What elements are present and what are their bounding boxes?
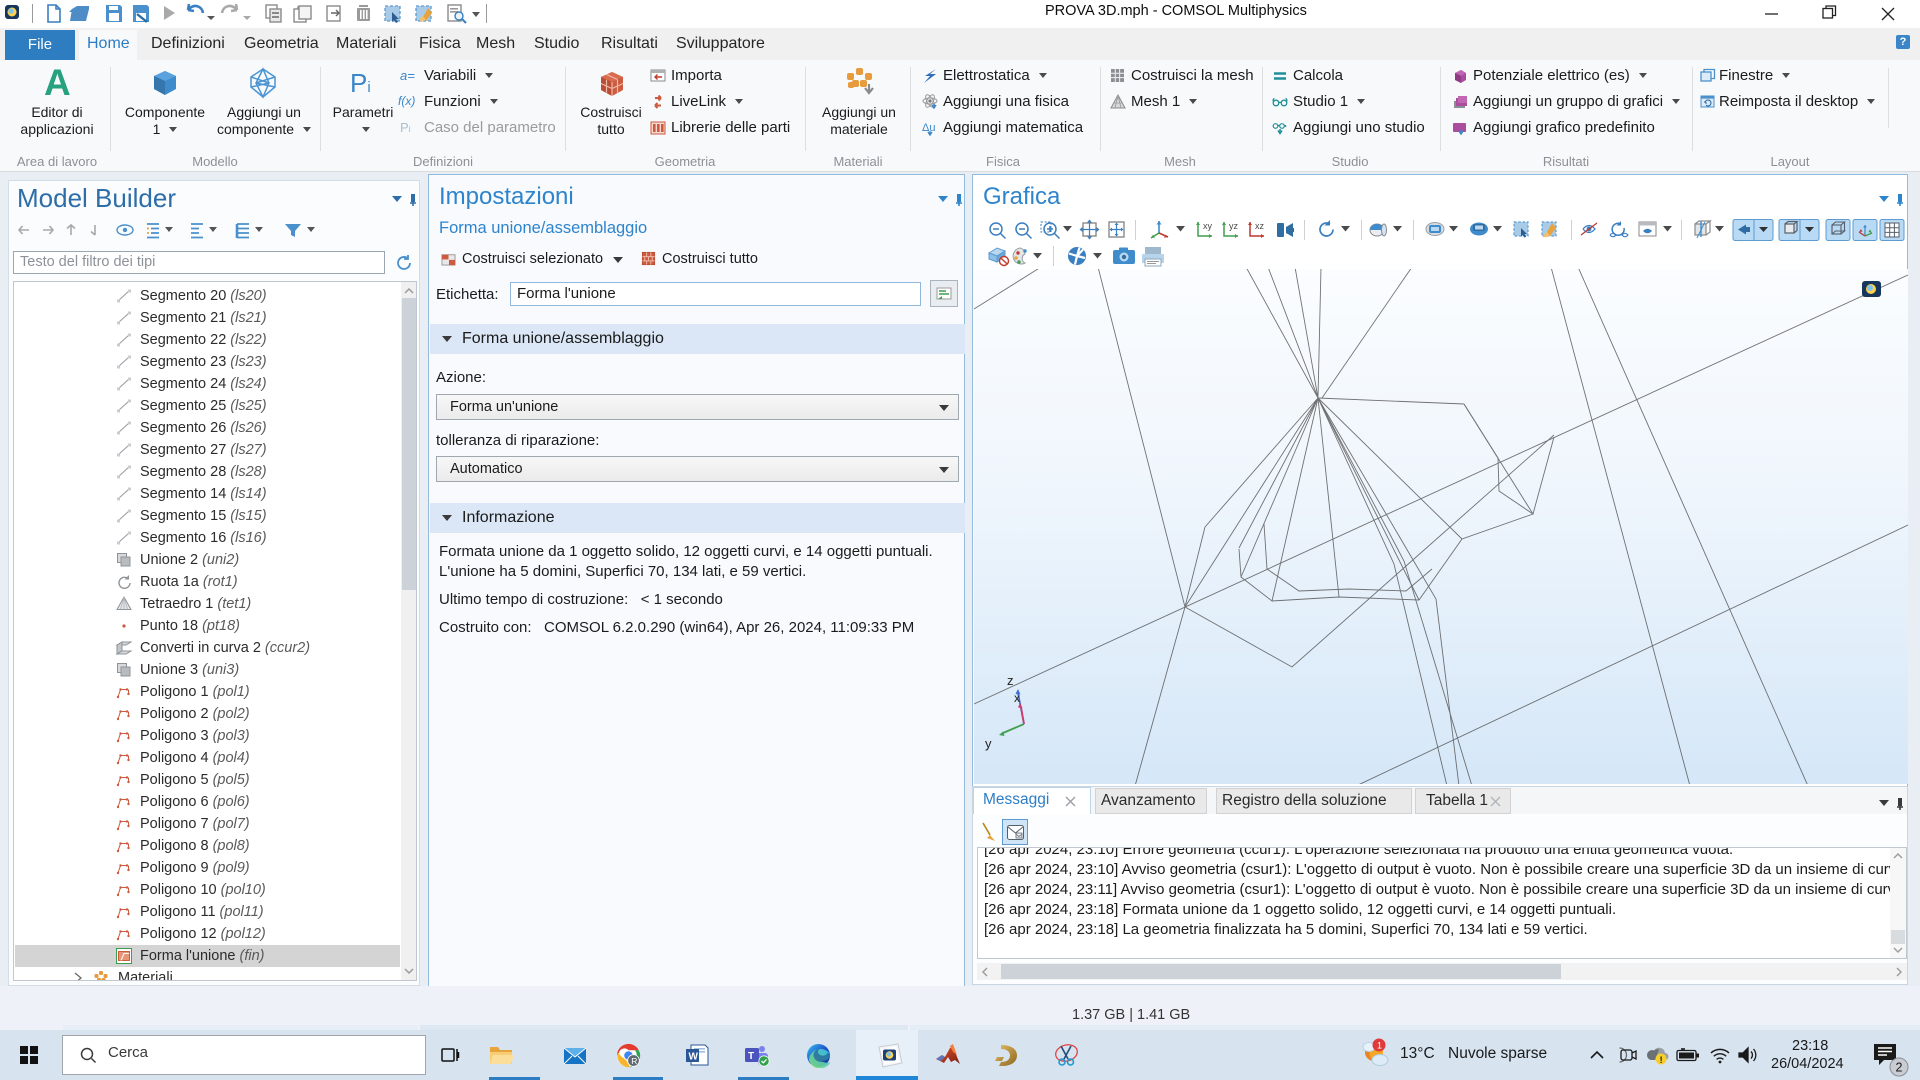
svg-text:T: T bbox=[748, 1051, 754, 1062]
svg-text:xy: xy bbox=[1203, 221, 1213, 231]
svg-text:1: 1 bbox=[1377, 1041, 1382, 1051]
svg-text:xz: xz bbox=[1255, 221, 1265, 231]
svg-text:R: R bbox=[631, 1056, 637, 1066]
svg-text:y: y bbox=[985, 736, 992, 751]
svg-text:2: 2 bbox=[1896, 1061, 1903, 1075]
svg-text:yz: yz bbox=[1229, 221, 1239, 231]
svg-text:z: z bbox=[1007, 673, 1014, 688]
svg-text:W: W bbox=[689, 1052, 699, 1063]
svg-text:x: x bbox=[1014, 691, 1020, 705]
svg-text:!: ! bbox=[1660, 1055, 1663, 1065]
